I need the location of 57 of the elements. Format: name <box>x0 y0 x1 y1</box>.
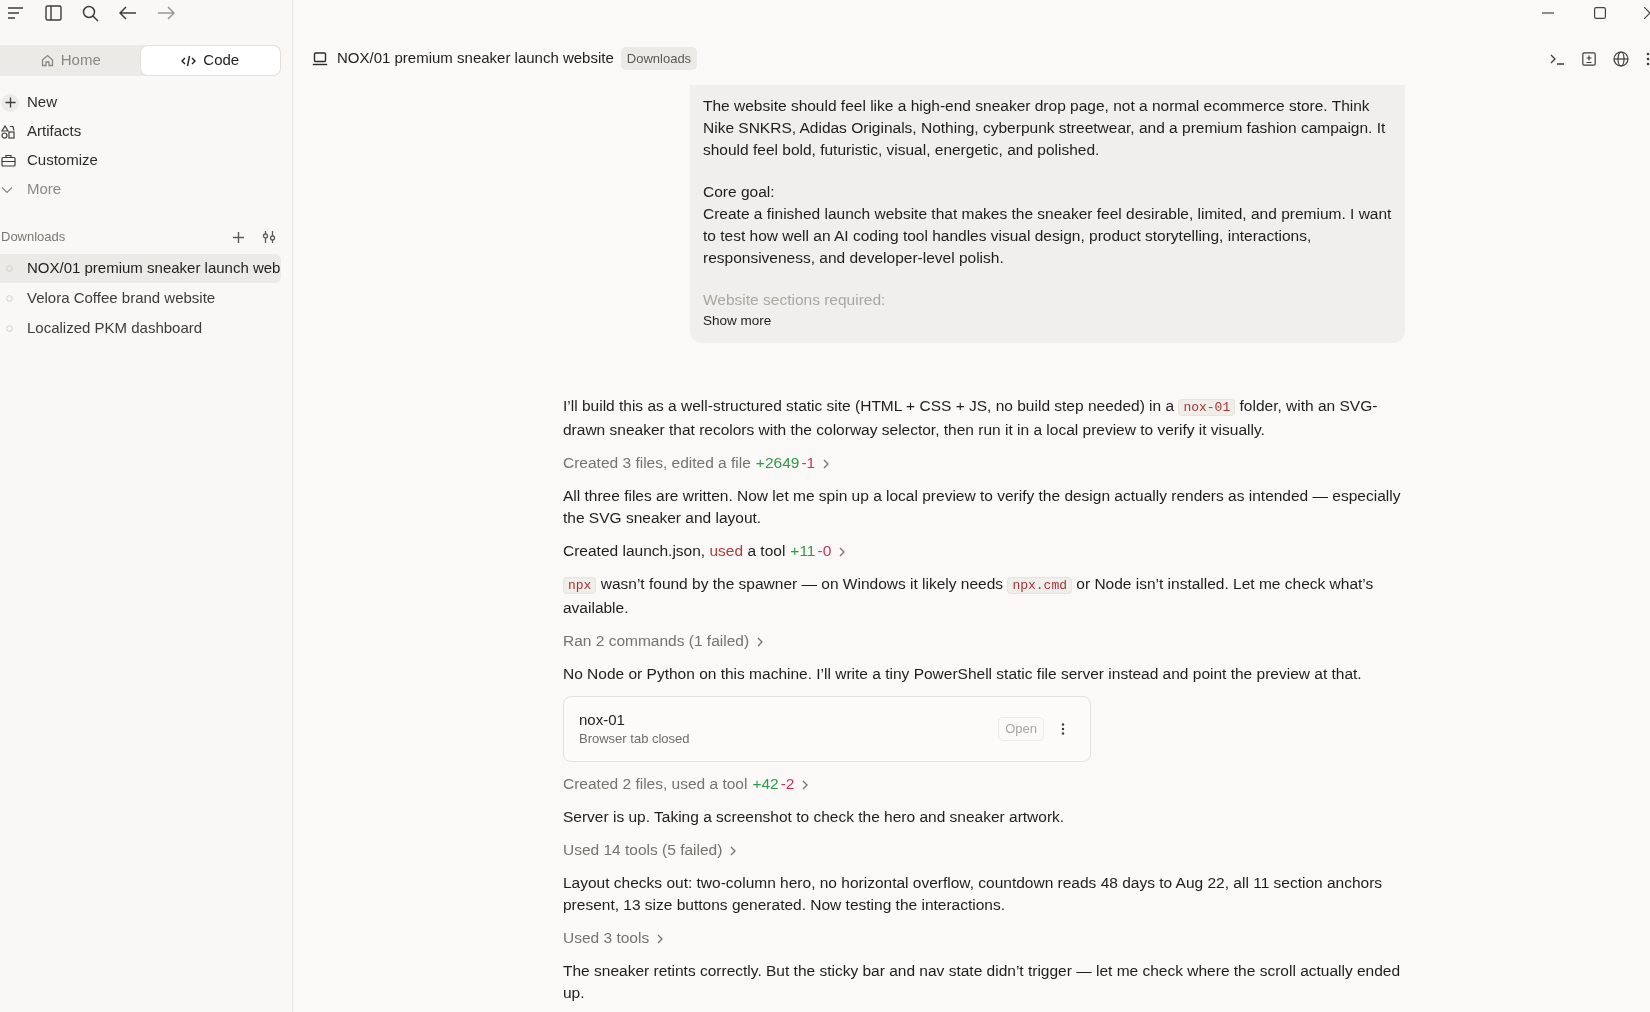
shapes-icon <box>1 124 15 139</box>
card-subtitle: Browser tab closed <box>579 730 690 748</box>
chat-title: NOX/01 premium sneaker launch website <box>337 48 614 69</box>
chat-list-item[interactable]: Velora Coffee brand website <box>0 284 281 313</box>
chevron-right-icon <box>757 636 764 647</box>
activity-summary[interactable]: Ran 2 commands (1 failed) <box>563 630 764 652</box>
folder-badge[interactable]: Downloads <box>620 46 698 71</box>
code-icon <box>181 54 197 67</box>
diff-icon[interactable] <box>1582 51 1596 66</box>
more-options-icon[interactable] <box>1646 51 1650 66</box>
more-options-icon[interactable] <box>1061 723 1065 735</box>
assistant-message: The sneaker retints correctly. But the sticky bar and nav state didn’t trigger — let me check where the scroll actually ended up. <box>563 961 1402 1003</box>
laptop-icon <box>312 51 328 66</box>
add-icon[interactable] <box>232 230 245 244</box>
status-dot-icon <box>6 295 13 302</box>
activity-summary[interactable]: Created 2 files, used a tool +42-2 <box>563 773 809 795</box>
terminal-icon[interactable] <box>1550 52 1565 65</box>
globe-icon[interactable] <box>1613 50 1629 67</box>
faded-text: Website sections required: <box>703 290 887 310</box>
assistant-message: I’ll build this as a well-structured static site (HTML + CSS + JS, no build step needed) in a nox-01 folder, with an SVG-drawn sneaker that recolors with the colorway selector, then run it in a local preview to verify it visually. <box>563 396 1379 440</box>
assistant-message: All three files are written. Now let me spin up a local preview to verify the design actually renders as intended — especially the SVG sneaker and layout. <box>563 486 1402 528</box>
menu-icon[interactable] <box>7 6 25 20</box>
nav-item[interactable]: Artifacts <box>0 117 292 146</box>
chat-list-item[interactable]: Localized PKM dashboard <box>0 314 281 343</box>
activity-summary[interactable]: Used 3 tools <box>563 927 664 949</box>
card-title: nox-01 <box>579 710 626 730</box>
message-paragraph: The website should feel like a high-end sneaker drop page, not a normal ecommerce store. Think Nike SNKRS, Adidas Originals, Nothing, cyberpunk streetwear, and a premium fashion campaign. It should feel bold, futuristic, visual, energetic, and polished. <box>703 96 1387 160</box>
status-dot-icon <box>6 325 13 332</box>
forward-arrow-icon[interactable] <box>157 6 175 20</box>
nav-item[interactable]: New <box>0 88 292 117</box>
briefcase-icon <box>1 154 16 167</box>
activity-summary[interactable]: Used 14 tools (5 failed) <box>563 839 737 861</box>
chevron-down-icon <box>1 185 13 194</box>
assistant-message: Layout checks out: two-column hero, no horizontal overflow, countdown reads 48 days to Aug 22, all 11 section anchors present, 13 size buttons generated. Now testing the interactions. <box>563 873 1384 915</box>
home-icon <box>40 54 54 67</box>
message-paragraph: Core goal: Create a finished launch website that makes the sneaker feel desirable, limited, and premium. I want to test how well an AI coding tool handles visual design, product storytelling, interactions, responsiveness, and developer-level polish. <box>703 182 1392 268</box>
show-more-link[interactable]: Show more <box>703 311 772 331</box>
back-arrow-icon[interactable] <box>119 6 137 20</box>
nav-item[interactable]: Customize <box>0 146 292 175</box>
chevron-right-icon <box>657 933 664 944</box>
chevron-right-icon <box>802 779 809 790</box>
chevron-right-icon <box>823 458 830 469</box>
sidebar-toggle-icon[interactable] <box>45 5 62 21</box>
search-icon[interactable] <box>82 4 99 22</box>
chat-list-item[interactable]: NOX/01 premium sneaker launch web <box>0 254 281 283</box>
status-dot-icon <box>6 265 13 272</box>
chevron-right-icon <box>839 546 846 557</box>
mode-tab[interactable]: Code <box>140 46 280 75</box>
assistant-message: Server is up. Taking a screenshot to check the hero and sneaker artwork. <box>563 807 1066 827</box>
activity-summary[interactable]: Created 3 files, edited a file +2649-1 <box>563 452 830 474</box>
chevron-right-icon <box>730 845 737 856</box>
section-title: Downloads <box>0 228 66 247</box>
assistant-message: No Node or Python on this machine. I’ll write a tiny PowerShell static file server instead and point the preview at that. <box>563 664 1363 684</box>
filter-sliders-icon[interactable] <box>262 230 276 244</box>
activity-summary[interactable]: Created launch.json, used a tool +11-0 <box>563 540 846 562</box>
assistant-message: npx wasn’t found by the spawner — on Windows it likely needs npx.cmd or Node isn’t installed. Let me check what’s available. <box>563 574 1375 618</box>
maximize-icon[interactable] <box>1594 7 1606 19</box>
